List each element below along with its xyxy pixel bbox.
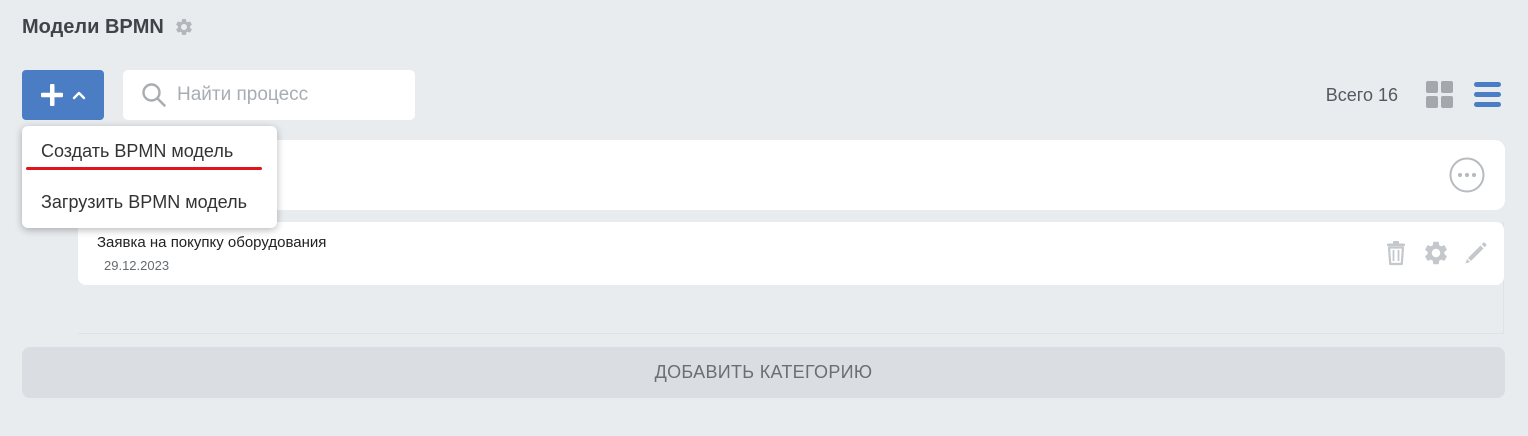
- chevron-up-icon: [72, 90, 86, 100]
- highlight-underline: [26, 167, 262, 170]
- search-box[interactable]: [123, 70, 415, 120]
- process-name[interactable]: Заявка на покупку оборудования: [97, 234, 326, 251]
- grid-view-icon[interactable]: [1426, 81, 1453, 108]
- gear-icon[interactable]: [174, 17, 194, 37]
- add-dropdown-menu: Создать BPMN модель Загрузить BPMN модел…: [22, 126, 277, 228]
- menu-item-upload-bpmn[interactable]: Загрузить BPMN модель: [41, 192, 247, 213]
- plus-icon: [40, 83, 64, 107]
- add-category-button[interactable]: ДОБАВИТЬ КАТЕГОРИЮ: [22, 347, 1505, 398]
- gear-icon[interactable]: [1422, 239, 1450, 267]
- page-header: Модели BPMN: [22, 12, 194, 42]
- menu-item-create-bpmn[interactable]: Создать BPMN модель: [41, 141, 233, 162]
- list-view-icon[interactable]: [1474, 81, 1501, 108]
- more-horizontal-icon[interactable]: [1449, 157, 1485, 193]
- total-count: Всего 16: [1325, 85, 1398, 105]
- search-input[interactable]: [177, 84, 397, 106]
- pencil-icon[interactable]: [1462, 239, 1490, 267]
- page-title: Модели BPMN: [22, 15, 164, 38]
- add-button[interactable]: [22, 70, 104, 120]
- process-date: 29.12.2023: [104, 258, 170, 273]
- search-icon: [141, 82, 167, 108]
- trash-icon[interactable]: [1382, 239, 1410, 267]
- process-row[interactable]: Заявка на покупку оборудования 29.12.202…: [78, 222, 1504, 285]
